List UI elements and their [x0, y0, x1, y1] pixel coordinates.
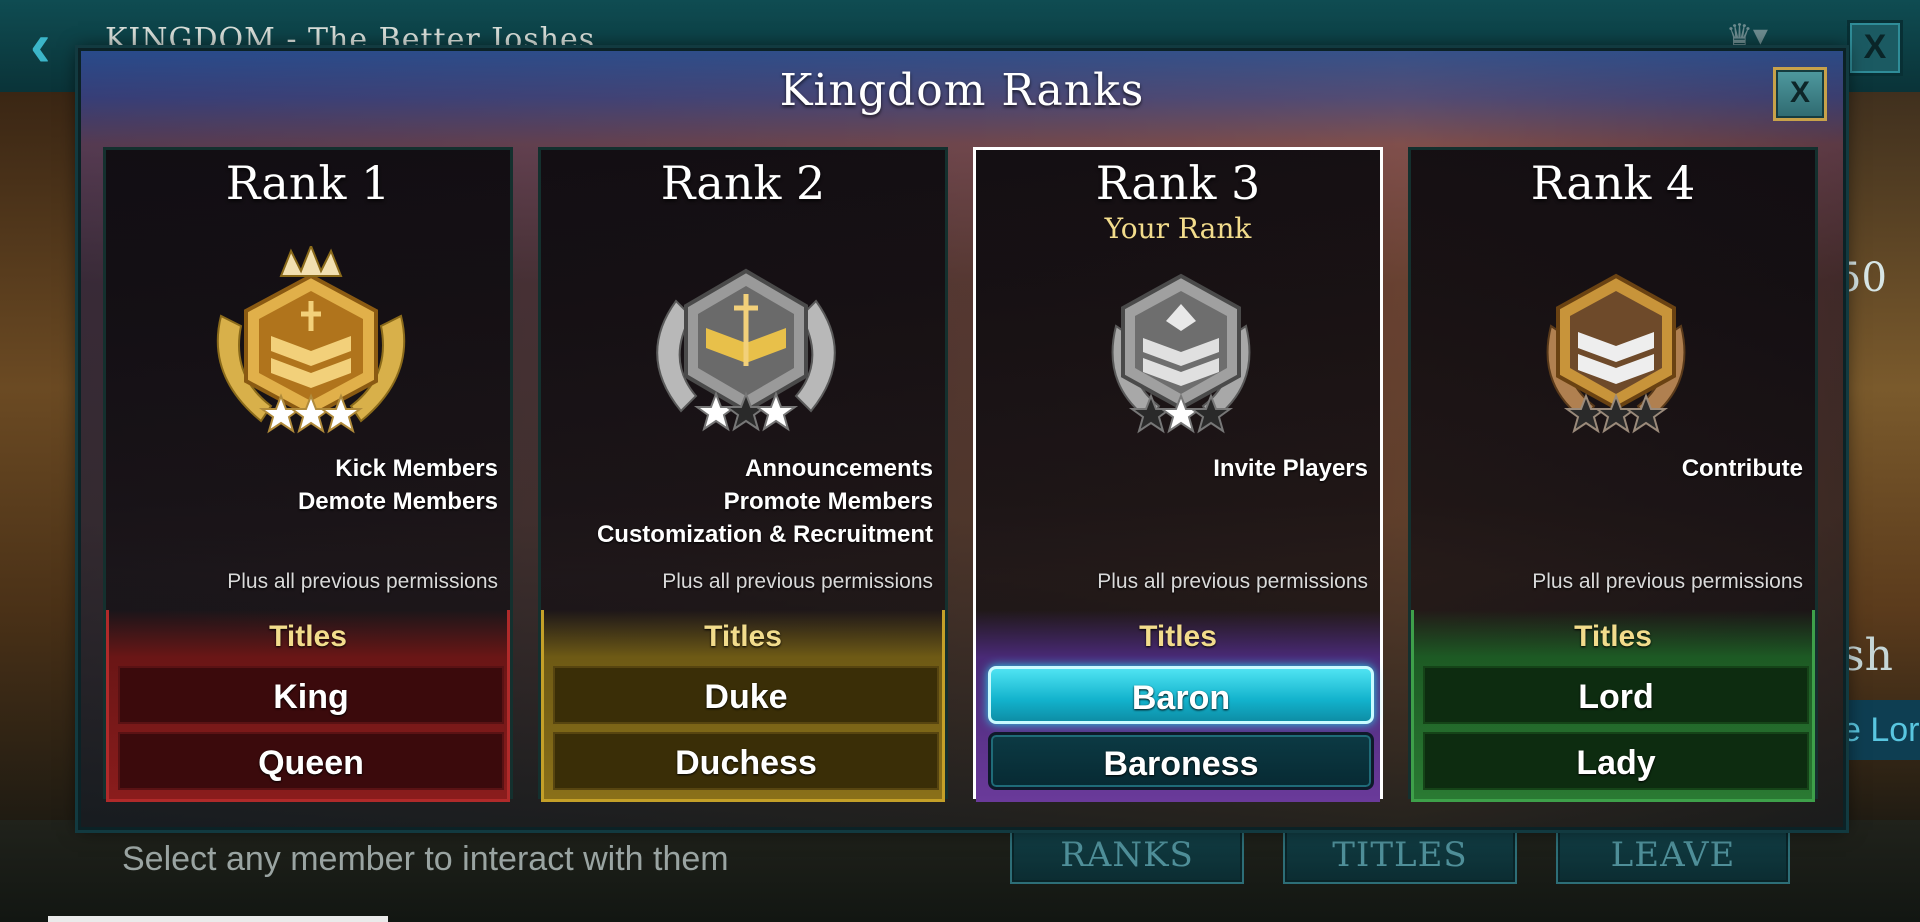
title-button-lady[interactable]: Lady: [1423, 732, 1809, 790]
plus-previous-permissions: Plus all previous permissions: [1097, 570, 1368, 593]
permission-item: Invite Players: [1213, 455, 1368, 482]
title-button-baron[interactable]: Baron: [988, 666, 1374, 724]
silver-winged-emblem-icon: [656, 268, 836, 432]
permission-item: Kick Members: [335, 455, 498, 482]
plus-previous-permissions: Plus all previous permissions: [227, 570, 498, 593]
ranks-button[interactable]: RANKS: [1010, 826, 1244, 884]
select-member-hint: Select any member to interact with them: [122, 840, 729, 878]
modal-title: Kingdom Ranks: [779, 65, 1145, 116]
rank-card-4: Rank 4 Contribute Plus all previous perm…: [1408, 147, 1818, 802]
permission-item: Contribute: [1681, 455, 1803, 482]
rank-permissions: Kick Members Demote Members: [298, 452, 498, 518]
titles-label: Titles: [1139, 620, 1217, 653]
permission-item: Promote Members: [723, 488, 933, 515]
title-button-baroness[interactable]: Baroness: [988, 732, 1374, 790]
back-arrow-icon[interactable]: ‹: [30, 15, 74, 77]
rank-title: Rank 1: [225, 156, 391, 210]
title-button-lord[interactable]: Lord: [1423, 666, 1809, 724]
bronze-laurel-emblem-icon: [1546, 273, 1686, 434]
background-scene-left: [0, 92, 80, 832]
rank-title: Rank 3: [1095, 156, 1261, 210]
rank-title: Rank 4: [1530, 156, 1696, 210]
rank-permissions: Invite Players: [1213, 452, 1368, 485]
background-name-fragment: sh: [1842, 630, 1893, 681]
title-button-duke[interactable]: Duke: [553, 666, 939, 724]
background-title-fragment: e Lord: [1842, 700, 1920, 760]
title-button-duchess[interactable]: Duchess: [553, 732, 939, 790]
rank-permissions: Announcements Promote Members Customizat…: [597, 452, 933, 551]
your-rank-label: Your Rank: [1104, 212, 1252, 245]
permission-item: Announcements: [744, 455, 933, 482]
title-button-queen[interactable]: Queen: [118, 732, 504, 790]
plus-previous-permissions: Plus all previous permissions: [1532, 570, 1803, 593]
titles-button[interactable]: TITLES: [1283, 826, 1517, 884]
modal-close-button[interactable]: X: [1773, 67, 1827, 121]
gold-crown-emblem-icon: [216, 246, 406, 434]
rank-card-1: Rank 1 Kick Members Demote Members Plus …: [103, 147, 513, 802]
plus-previous-permissions: Plus all previous permissions: [662, 570, 933, 593]
rank-card-3: Rank 3 Your Rank Invite Players Plus all…: [973, 147, 1383, 802]
titles-label: Titles: [1574, 620, 1652, 653]
titles-label: Titles: [269, 620, 347, 653]
title-button-king[interactable]: King: [118, 666, 504, 724]
permission-item: Demote Members: [297, 488, 498, 515]
rank-card-2: Rank 2 Announcements Promote Members Cus…: [538, 147, 948, 802]
rank-permissions: Contribute: [1682, 452, 1803, 485]
titles-label: Titles: [704, 620, 782, 653]
screen-close-button[interactable]: X: [1847, 20, 1903, 76]
permission-item: Customization & Recruitment: [596, 521, 933, 548]
kingdom-ranks-modal: Kingdom Ranks X Rank 1 Kick Members Demo…: [78, 48, 1846, 830]
rank-title: Rank 2: [660, 156, 826, 210]
silver-laurel-emblem-icon: [1111, 273, 1251, 434]
leave-button[interactable]: LEAVE: [1556, 826, 1790, 884]
bottom-strip: [48, 916, 388, 922]
